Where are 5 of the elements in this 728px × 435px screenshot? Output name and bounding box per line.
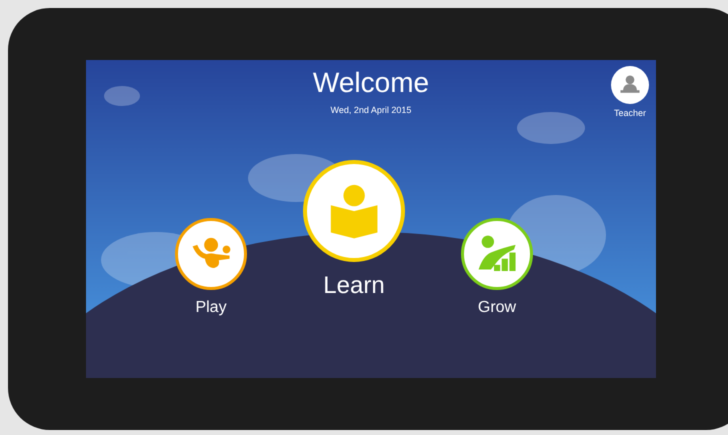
- cloud: [104, 86, 140, 106]
- app-tile[interactable]: Play: [161, 218, 261, 320]
- cloud: [517, 112, 585, 144]
- date-text: Wed, 2nd April 2015: [330, 104, 412, 117]
- welcome-title: Welcome: [312, 66, 430, 100]
